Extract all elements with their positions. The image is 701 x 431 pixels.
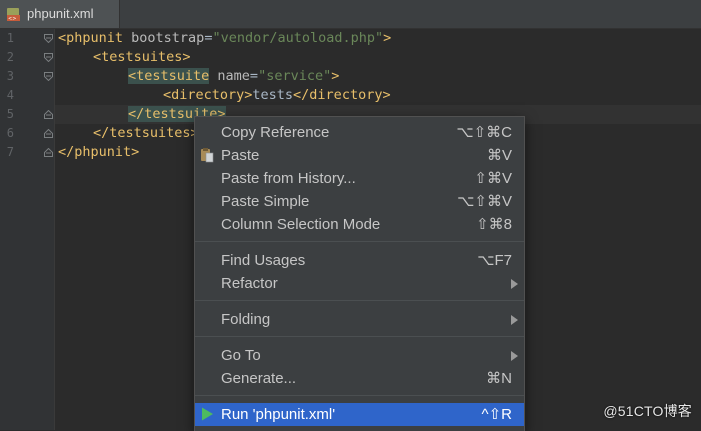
submenu-arrow-icon <box>511 279 518 289</box>
menu-item-folding[interactable]: Folding <box>195 308 524 331</box>
menu-item-shortcut: ⇧⌘V <box>474 170 512 187</box>
svg-text:<>: <> <box>8 16 16 22</box>
menu-item-label: Paste from History... <box>221 170 356 187</box>
menu-separator <box>195 300 524 301</box>
menu-item-go-to[interactable]: Go To <box>195 344 524 367</box>
fold-close-icon[interactable] <box>44 148 53 157</box>
equals-sign: = <box>249 68 259 84</box>
xml-tag-close: > <box>331 68 340 84</box>
attribute-value: "vendor/autoload.php" <box>212 30 384 46</box>
menu-item-copy-reference[interactable]: Copy Reference ⌥⇧⌘C <box>195 121 524 144</box>
menu-separator <box>195 336 524 337</box>
xml-attribute: name <box>209 68 250 84</box>
tab-phpunit-xml[interactable]: <> phpunit.xml <box>0 0 120 28</box>
submenu-arrow-icon <box>511 315 518 325</box>
line-number-gutter: 1 2 3 4 5 6 7 <box>0 29 55 430</box>
line-number: 1 <box>6 31 14 45</box>
menu-item-find-usages[interactable]: Find Usages ⌥F7 <box>195 249 524 272</box>
fold-open-icon[interactable] <box>44 34 53 43</box>
code-line-7: </phpunit> <box>58 143 139 162</box>
attribute-value: "service" <box>258 68 332 84</box>
menu-item-column-selection-mode[interactable]: Column Selection Mode ⇧⌘8 <box>195 213 524 236</box>
menu-item-shortcut: ⌘V <box>486 147 512 164</box>
menu-item-shortcut: ⌥⇧⌘C <box>456 124 512 141</box>
xml-file-icon: <> <box>7 8 20 22</box>
xml-tag: <testsuite <box>128 68 210 84</box>
menu-item-label: Copy Reference <box>221 124 330 141</box>
menu-item-shortcut: ⇧⌘8 <box>476 216 512 233</box>
xml-tag: </testsuites> <box>93 125 199 141</box>
menu-item-run-phpunit-xml[interactable]: Run 'phpunit.xml' ^⇧R <box>195 403 524 426</box>
editor-tab-bar: <> phpunit.xml <box>0 0 701 29</box>
xml-text: tests <box>252 87 294 103</box>
menu-item-refactor[interactable]: Refactor <box>195 272 524 295</box>
menu-item-label: Run 'phpunit.xml' <box>221 406 336 423</box>
xml-attribute: bootstrap <box>123 30 205 46</box>
code-line-4: <directory>tests</directory> <box>163 86 391 105</box>
menu-item-shortcut: ⌥F7 <box>477 252 512 269</box>
clipboard-paste-icon <box>201 148 214 163</box>
xml-tag: </phpunit> <box>58 144 140 160</box>
fold-close-icon[interactable] <box>44 129 53 138</box>
fold-open-icon[interactable] <box>44 53 53 62</box>
run-play-icon <box>202 407 213 421</box>
line-number: 3 <box>6 69 14 83</box>
menu-item-paste-from-history[interactable]: Paste from History... ⇧⌘V <box>195 167 524 190</box>
menu-item-label: Paste Simple <box>221 193 310 210</box>
tab-title: phpunit.xml <box>27 6 94 21</box>
fold-close-icon[interactable] <box>44 110 53 119</box>
menu-item-paste-simple[interactable]: Paste Simple ⌥⇧⌘V <box>195 190 524 213</box>
menu-item-shortcut: ⌥⇧⌘V <box>457 193 512 210</box>
line-number: 7 <box>6 145 14 159</box>
code-line-2: <testsuites> <box>93 48 191 67</box>
menu-item-shortcut: ⌘N <box>486 370 512 387</box>
submenu-arrow-icon <box>511 351 518 361</box>
menu-item-shortcut: ^⇧R <box>481 406 512 423</box>
xml-tag: <testsuites> <box>93 49 191 65</box>
menu-item-label: Column Selection Mode <box>221 216 381 233</box>
xml-tag: <phpunit <box>58 30 124 46</box>
menu-item-generate[interactable]: Generate... ⌘N <box>195 367 524 390</box>
menu-separator <box>195 241 524 242</box>
menu-separator <box>195 395 524 396</box>
line-number: 6 <box>6 126 14 140</box>
fold-open-icon[interactable] <box>44 72 53 81</box>
code-line-6: </testsuites> <box>93 124 199 143</box>
code-line-3: <testsuite name="service"> <box>128 67 339 86</box>
line-number: 4 <box>6 88 14 102</box>
menu-item-label: Find Usages <box>221 252 306 269</box>
editor-context-menu: Copy Reference ⌥⇧⌘C Paste ⌘V Paste from … <box>194 116 525 431</box>
line-number: 5 <box>6 107 14 121</box>
menu-item-label: Generate... <box>221 370 297 387</box>
code-line-1: <phpunit bootstrap="vendor/autoload.php"… <box>58 29 391 48</box>
xml-tag-close: > <box>383 30 392 46</box>
menu-item-label: Folding <box>221 311 271 328</box>
menu-item-label: Refactor <box>221 275 278 292</box>
menu-item-label: Paste <box>221 147 260 164</box>
line-number: 2 <box>6 50 14 64</box>
menu-item-paste[interactable]: Paste ⌘V <box>195 144 524 167</box>
xml-tag: </directory> <box>293 87 391 103</box>
xml-tag: <directory> <box>163 87 253 103</box>
menu-item-label: Go To <box>221 347 261 364</box>
watermark-text: @51CTO博客 <box>603 403 692 419</box>
